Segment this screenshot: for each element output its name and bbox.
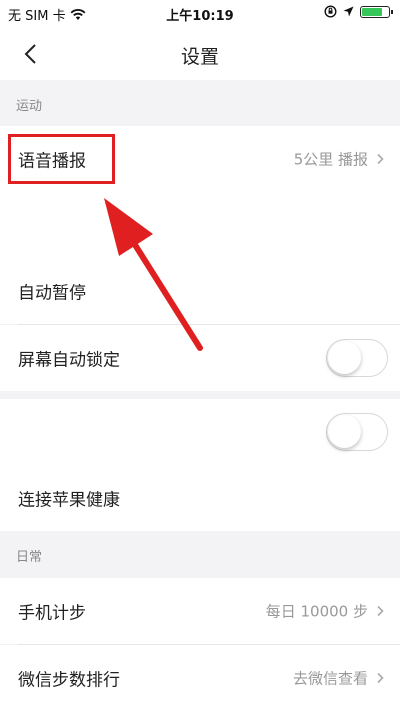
voice-broadcast-value: 5公里 播报 [293, 150, 368, 169]
wechat-rank-value: 去微信查看 [292, 669, 368, 688]
status-right [324, 5, 393, 18]
apple-health-label: 连接苹果健康 [18, 490, 120, 511]
row-wechat-rank[interactable]: 微信步数排行 去微信查看 [0, 645, 400, 711]
chevron-right-icon [377, 605, 384, 617]
toggle-knob [328, 415, 361, 448]
section-header-daily: 日常 [16, 550, 43, 565]
section-header-sport: 运动 [16, 99, 43, 114]
toggle-knob [328, 341, 361, 374]
highlight-box [8, 134, 115, 184]
row-blank [0, 192, 400, 258]
auto-pause-label: 自动暂停 [18, 283, 86, 304]
chevron-right-icon [377, 672, 384, 684]
rotation-lock-icon [324, 5, 337, 18]
step-count-label: 手机计步 [18, 603, 86, 624]
row-apple-health[interactable]: 连接苹果健康 [0, 465, 400, 531]
battery-icon [360, 5, 393, 18]
row-unnamed-toggle [0, 399, 400, 465]
navigation-bar: 设置 [0, 28, 400, 80]
chevron-right-icon [377, 153, 384, 165]
row-auto-pause[interactable]: 自动暂停 [0, 258, 400, 324]
location-icon [343, 6, 354, 17]
screen-lock-label: 屏幕自动锁定 [18, 350, 120, 371]
battery-level [362, 7, 382, 16]
step-count-value: 每日 10000 步 [265, 602, 368, 621]
row-step-count[interactable]: 手机计步 每日 10000 步 [0, 578, 400, 644]
wechat-rank-label: 微信步数排行 [18, 670, 120, 691]
chevron-left-icon [24, 44, 36, 64]
status-bar: 无 SIM 卡 上午10:19 [0, 0, 400, 28]
page-title: 设置 [180, 46, 219, 68]
unnamed-toggle[interactable] [326, 413, 388, 451]
back-button[interactable] [10, 34, 50, 74]
screen-lock-toggle[interactable] [326, 339, 388, 377]
row-screen-lock: 屏幕自动锁定 [0, 325, 400, 391]
